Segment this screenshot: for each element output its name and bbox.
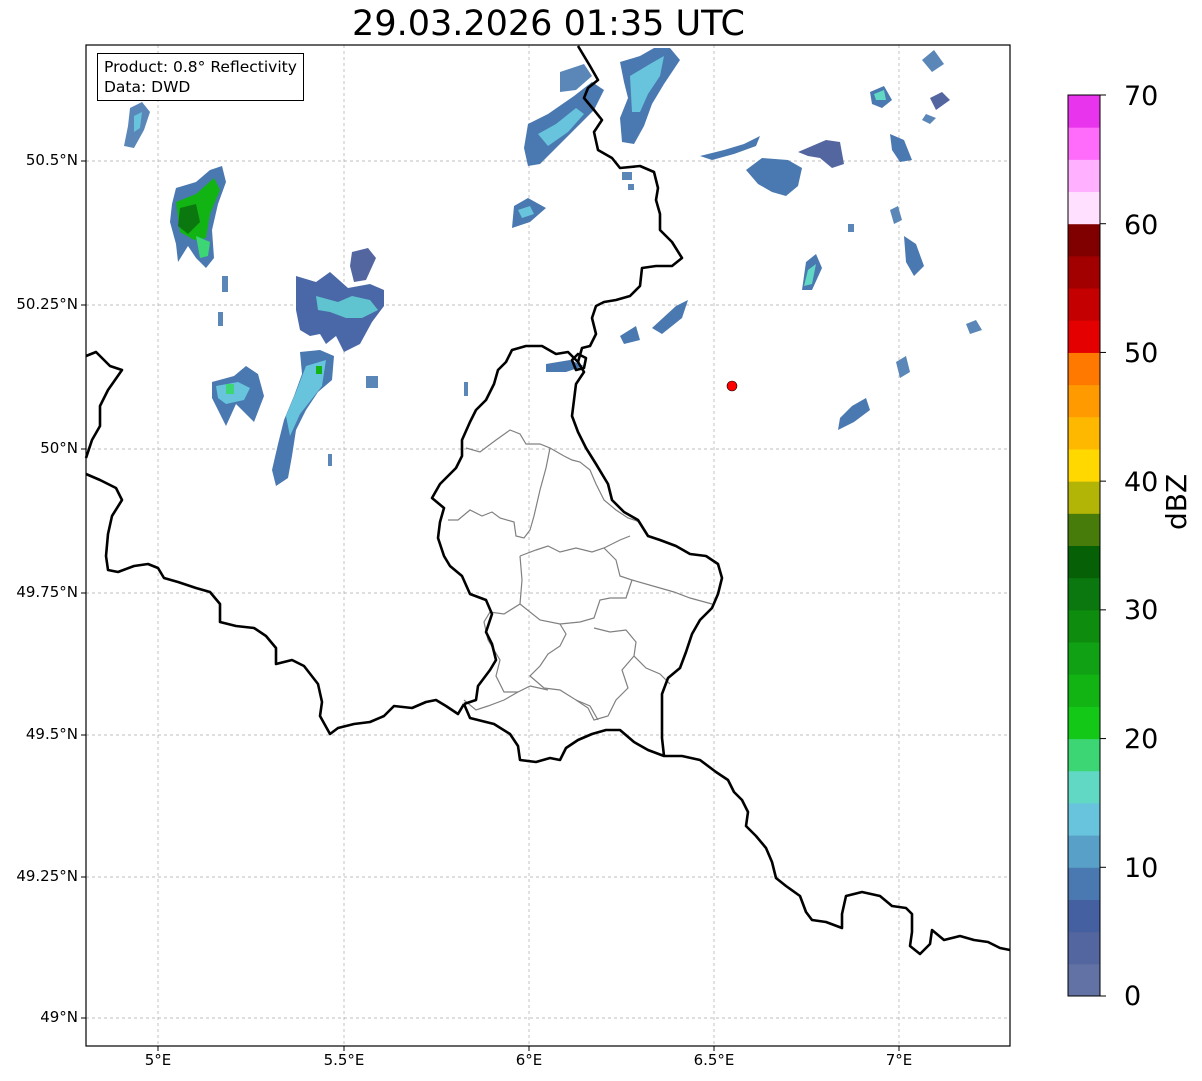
lat-tick-label: 50°N [40,439,78,457]
colorbar-segment [1068,416,1100,450]
colorbar-tick-label: 60 [1124,210,1159,241]
colorbar-segment [1068,867,1100,900]
data-source-label: Data: DWD [104,78,191,96]
lon-tick-label: 6°E [515,1051,543,1069]
lon-tick-label: 5.5°E [323,1051,365,1069]
colorbar-segment [1068,835,1100,868]
colorbar-segment [1068,513,1100,546]
colorbar-segment [1068,191,1100,225]
colorbar-tick-label: 0 [1124,981,1142,1012]
colorbar-tick-label: 50 [1124,338,1159,369]
colorbar-segment [1068,320,1100,353]
product-info-box: Product: 0.8° Reflectivity Data: DWD [97,53,304,101]
colorbar-tick-label: 70 [1124,81,1159,112]
colorbar-segment [1068,352,1100,386]
colorbar-segment [1068,448,1100,482]
radar-site-marker [726,380,738,392]
colorbar-segment [1068,931,1100,965]
colorbar-segment [1068,609,1100,643]
colorbar-unit-label: dBZ [1160,473,1193,530]
lat-tick-label: 50.25°N [16,295,78,313]
colorbar-segment [1068,545,1100,579]
colorbar-segment [1068,384,1100,418]
colorbar-segment [1068,963,1100,997]
colorbar-tick-label: 30 [1124,595,1159,626]
lat-tick-label: 50.5°N [25,151,78,169]
colorbar-tick-label: 20 [1124,724,1159,755]
colorbar-segment [1068,127,1100,160]
colorbar-segment [1068,899,1100,933]
lat-tick-label: 49.75°N [16,583,78,601]
lon-tick-label: 6.5°E [693,1051,735,1069]
colorbar-segment [1068,642,1100,675]
colorbar-segment [1068,159,1100,193]
colorbar-segment [1068,255,1100,289]
radar-map [81,44,1106,1051]
colorbar-segment [1068,674,1100,707]
lon-tick-label: 7°E [885,1051,913,1069]
colorbar-segment [1068,577,1100,611]
lat-tick-label: 49°N [40,1008,78,1026]
lat-tick-label: 49.25°N [16,867,78,885]
colorbar-segment [1068,95,1100,128]
colorbar-segment [1068,738,1100,772]
lon-tick-label: 5°E [144,1051,172,1069]
colorbar-tick-label: 10 [1124,853,1159,884]
lat-tick-label: 49.5°N [25,725,78,743]
colorbar-segment [1068,481,1100,514]
colorbar-segment [1068,288,1100,321]
colorbar-segment [1068,802,1100,836]
colorbar-segment [1068,706,1100,740]
colorbar-segment [1068,223,1100,257]
colorbar [1067,94,1106,997]
product-label: Product: 0.8° Reflectivity [104,58,297,76]
colorbar-segment [1068,770,1100,804]
colorbar-tick-label: 40 [1124,467,1159,498]
